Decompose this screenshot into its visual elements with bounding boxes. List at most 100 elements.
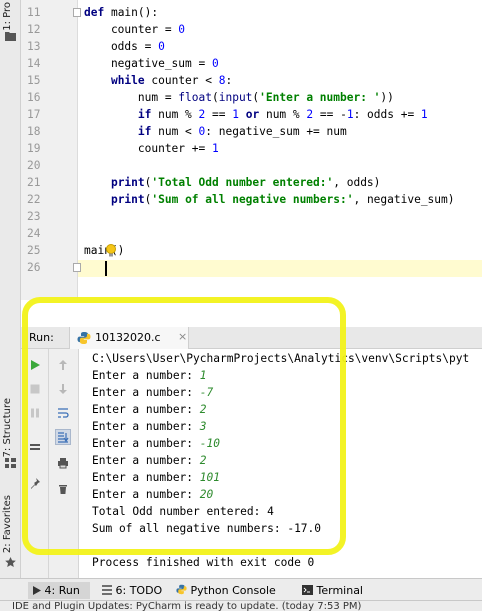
rerun-button[interactable]	[27, 357, 43, 373]
code-line[interactable]: 13 odds = 0	[21, 38, 482, 55]
trash-icon	[59, 485, 67, 494]
favorites-tool-tab[interactable]: 2: Favorites	[2, 495, 13, 553]
line-number: 16	[27, 91, 41, 104]
layout-button[interactable]	[27, 439, 43, 455]
arrow-up-icon	[59, 360, 67, 370]
code-line[interactable]: 19 counter += 1	[21, 140, 482, 157]
console-user-input: 2	[199, 403, 207, 416]
console-line: Enter a number: 101	[92, 471, 220, 484]
console-user-input: 20	[199, 488, 214, 501]
line-number: 12	[27, 23, 41, 36]
line-number: 14	[27, 57, 41, 70]
console-line: Process finished with exit code 0	[92, 556, 315, 569]
lightbulb-icon[interactable]	[105, 244, 117, 258]
line-number: 11	[27, 6, 41, 19]
pin-icon	[31, 478, 40, 489]
project-tool-tab[interactable]: 1: Pro	[2, 2, 13, 31]
code-line[interactable]: 15 while counter < 8:	[21, 72, 482, 89]
todo-tool-tab-label: 6: TODO	[115, 584, 163, 597]
pin-tab-button[interactable]	[27, 475, 43, 491]
console-line: Enter a number: 2	[92, 403, 207, 416]
text-caret	[105, 261, 107, 276]
code-line[interactable]: 20	[21, 157, 482, 174]
run-label: Run:	[29, 331, 54, 344]
code-text: negative_sum = 0	[84, 57, 219, 70]
console-user-input: -7	[199, 386, 214, 399]
run-config-tab[interactable]: 10132020.c ×	[69, 327, 189, 349]
code-line[interactable]: 16 num = float(input('Enter a number: ')…	[21, 89, 482, 106]
scroll-up-button[interactable]	[55, 357, 71, 373]
fold-marker-icon[interactable]	[73, 263, 81, 272]
console-user-input: 3	[199, 420, 207, 433]
soft-wrap-button[interactable]	[55, 405, 71, 421]
clear-all-button[interactable]	[55, 481, 71, 497]
code-line[interactable]: 22 print('Sum of all negative numbers:',…	[21, 191, 482, 208]
code-line[interactable]: 25 main()	[21, 242, 482, 259]
console-user-input: -10	[199, 437, 220, 450]
console-line: Sum of all negative numbers: -17.0	[92, 522, 322, 535]
python-console-tool-tab-label: Python Console	[190, 584, 276, 597]
structure-icon	[5, 458, 16, 468]
code-text: num = float(input('Enter a number: '))	[84, 91, 394, 104]
line-number: 26	[27, 261, 41, 274]
line-number: 22	[27, 193, 41, 206]
line-number: 19	[27, 142, 41, 155]
code-line[interactable]: 18 if num < 0: negative_sum += num	[21, 123, 482, 140]
code-line[interactable]: 14 negative_sum = 0	[21, 55, 482, 72]
stop-icon	[30, 384, 40, 394]
code-line[interactable]: 12 counter = 0	[21, 21, 482, 38]
console-line: Enter a number: -7	[92, 386, 214, 399]
run-window-header: Run: 10132020.c ×	[21, 327, 482, 349]
console-output[interactable]: C:\Users\User\PycharmProjects\Analytics\…	[80, 349, 482, 578]
code-text: if num % 2 == 1 or num % 2 == -1: odds +…	[137, 108, 428, 121]
python-console-tool-tab[interactable]: Python Console	[176, 582, 276, 599]
terminal-tool-tab[interactable]: Terminal	[302, 582, 363, 599]
todo-list-icon	[102, 585, 112, 595]
stop-button[interactable]	[27, 381, 43, 397]
print-button[interactable]	[55, 455, 71, 471]
line-number: 20	[27, 159, 41, 172]
code-line[interactable]: 23	[21, 208, 482, 225]
code-text: print('Total Odd number entered:', odds)	[110, 176, 381, 189]
terminal-tool-tab-label: Terminal	[316, 584, 364, 597]
console-line: Enter a number: 2	[92, 454, 207, 467]
arrow-down-icon	[59, 384, 67, 394]
code-line[interactable]: 26	[21, 259, 482, 276]
python-icon	[176, 584, 187, 595]
code-text: print('Sum of all negative numbers:', ne…	[110, 193, 455, 206]
code-text: while counter < 8:	[110, 74, 233, 87]
line-number: 24	[27, 227, 41, 240]
line-number: 15	[27, 74, 41, 87]
console-user-input: 2	[199, 454, 207, 467]
run-tool-tab-label: 4: Run	[44, 584, 80, 597]
pause-icon	[31, 408, 39, 418]
scroll-to-end-button[interactable]	[55, 429, 71, 445]
code-line[interactable]: 11 def main():	[21, 4, 482, 21]
run-toolbar-primary	[21, 349, 49, 578]
todo-tool-tab[interactable]: 6: TODO	[102, 582, 162, 599]
code-text: def main():	[84, 6, 159, 19]
status-bar: IDE and Plugin Updates: PyCharm is ready…	[0, 600, 482, 611]
fold-marker-icon[interactable]	[73, 8, 81, 17]
python-icon	[77, 332, 91, 344]
code-text: counter += 1	[84, 142, 219, 155]
run-toolbar-secondary	[49, 349, 79, 578]
console-line: Total Odd number entered: 4	[92, 505, 274, 518]
play-icon	[31, 360, 40, 370]
play-icon	[33, 586, 41, 595]
close-tab-icon[interactable]: ×	[178, 330, 187, 343]
code-editor[interactable]: 11 def main(): 12 counter = 0 13 odds = 0 14…	[21, 0, 482, 300]
console-line: Enter a number: 3	[92, 420, 207, 433]
run-tool-tab[interactable]: 4: Run	[28, 582, 90, 599]
line-number: 18	[27, 125, 41, 138]
line-number: 17	[27, 108, 41, 121]
scroll-down-button[interactable]	[55, 381, 71, 397]
code-text: odds = 0	[84, 40, 165, 53]
code-line[interactable]: 24	[21, 225, 482, 242]
code-line[interactable]: 17 if num % 2 == 1 or num % 2 == -1: odd…	[21, 106, 482, 123]
line-number: 23	[27, 210, 41, 223]
structure-tool-tab[interactable]: 7: Structure	[2, 398, 13, 457]
pause-button[interactable]	[27, 405, 43, 421]
bottom-tool-tabs: 4: Run 6: TODO Python Console Terminal	[0, 578, 482, 600]
code-line[interactable]: 21 print('Total Odd number entered:', od…	[21, 174, 482, 191]
